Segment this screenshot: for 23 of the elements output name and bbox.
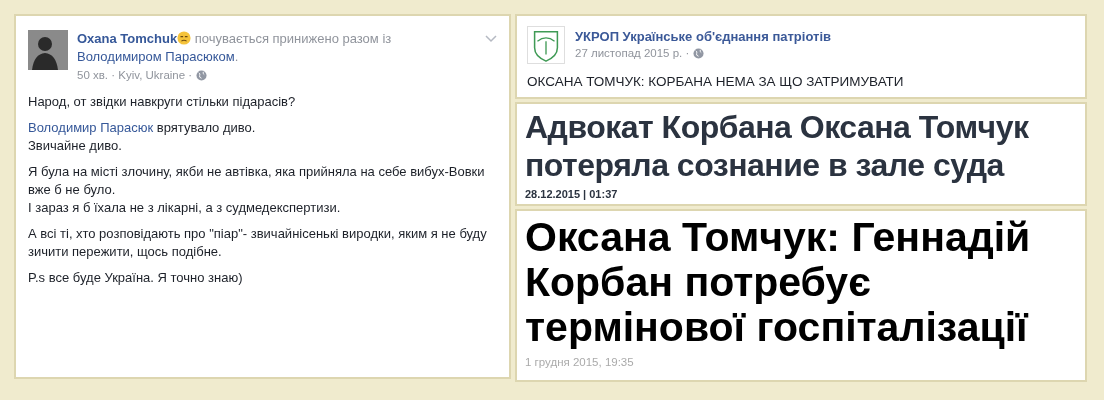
shield-logo-icon[interactable] — [527, 26, 565, 64]
post-paragraph: Народ, от звідки навкруги стільки підарасів? — [28, 93, 297, 111]
post-text: ОКСАНА ТОМЧУК: КОРБАНА НЕМА ЗА ЩО ЗАТРИМУВАТИ — [527, 74, 905, 89]
author-link[interactable]: Oxana Tomchuk — [77, 31, 178, 46]
post-paragraph: А всі ті, хто розповідають про "піар"- звичайнісенькі виродки, яким я не буду зичити пережити, щось подібне. — [28, 225, 488, 261]
globe-icon — [693, 47, 705, 59]
sad-face-icon — [177, 31, 192, 45]
post-paragraph: Я була на місті злочину, якби не автівка, яка прийняла на себе вибух-Вовки вже б не було. І зараз я б їхала не з лікарні, а з судмедекспертизи. — [28, 163, 486, 217]
post-paragraph: Володимир Парасюк врятувало диво. Звичайне диво. — [28, 119, 257, 155]
person-link[interactable]: Володимир Парасюк — [28, 120, 154, 135]
post-meta: 27 листопад 2015 р. · — [575, 47, 690, 59]
news-headline[interactable]: Оксана Томчук: Геннадій Корбан потребує термінової госпіталізації — [525, 215, 1077, 350]
page-name-link[interactable]: УКРОП Українське об'єднання патріотів — [575, 29, 831, 44]
post-meta: 50 хв. · Kyiv, Ukraine · — [77, 69, 193, 81]
globe-icon — [196, 69, 208, 81]
chevron-down-icon[interactable] — [485, 35, 497, 43]
news-headline[interactable]: Адвокат Корбана Оксана Томчук потеряла сознание в зале суда — [525, 108, 1077, 184]
news-date: 1 грудня 2015, 19:35 — [525, 356, 635, 368]
post-paragraph: P.s все буде Україна. Я точно знаю) — [28, 269, 244, 287]
status-line: Oxana Tomchuk почувається принижено разом із Володимиром Парасюком. — [77, 30, 393, 66]
tagged-person-link[interactable]: Володимиром Парасюком — [77, 49, 235, 64]
news-date: 28.12.2015 | 01:37 — [525, 188, 619, 200]
avatar-icon[interactable] — [28, 30, 68, 70]
